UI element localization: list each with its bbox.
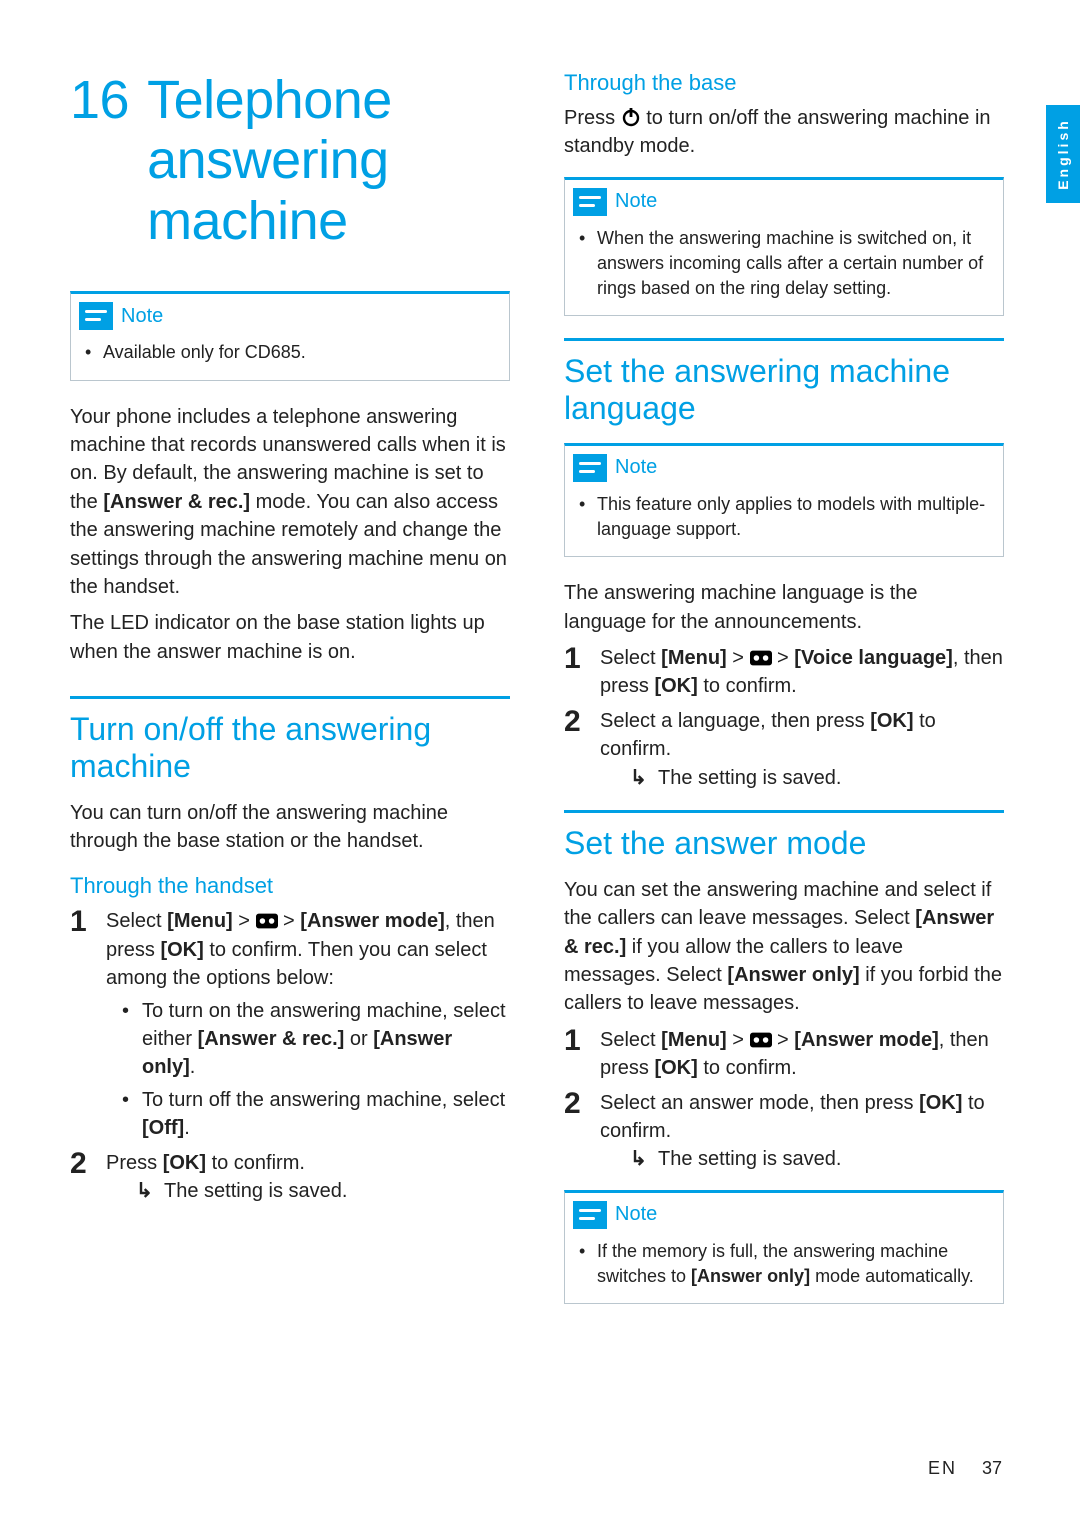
note-body: When the answering machine is switched o…: [565, 222, 1003, 316]
left-column: 16 Telephone answering machine Note Avai…: [70, 70, 510, 1326]
chapter-title: Telephone answering machine: [147, 70, 510, 251]
intro-paragraph-1: Your phone includes a telephone answerin…: [70, 403, 510, 602]
mode-step-2: Select an answer mode, then press [OK] t…: [564, 1089, 1004, 1174]
note-icon: [573, 188, 607, 216]
note-box-base: Note When the answering machine is switc…: [564, 177, 1004, 317]
note-head: Note: [565, 180, 1003, 222]
note-box-lang: Note This feature only applies to models…: [564, 443, 1004, 557]
note-body: This feature only applies to models with…: [565, 488, 1003, 556]
power-icon: [621, 107, 641, 127]
tape-icon: [256, 913, 278, 929]
note-label: Note: [121, 305, 163, 328]
content-columns: 16 Telephone answering machine Note Avai…: [70, 70, 1010, 1326]
handset-sub-1: To turn on the answering machine, select…: [106, 997, 510, 1082]
language-tab: English: [1046, 105, 1080, 203]
section-mode-title: Set the answer mode: [564, 825, 1004, 862]
note-head: Note: [71, 294, 509, 336]
chapter-number: 16: [70, 70, 129, 251]
handset-steps: Select [Menu] > > [Answer mode], then pr…: [70, 907, 510, 1205]
lang-steps: Select [Menu] > > [Voice language], then…: [564, 644, 1004, 792]
lang-result: The setting is saved.: [600, 764, 1004, 792]
lang-step-1: Select [Menu] > > [Voice language], then…: [564, 644, 1004, 701]
handset-step-1: Select [Menu] > > [Answer mode], then pr…: [70, 907, 510, 1142]
base-paragraph: Press to turn on/off the answering machi…: [564, 104, 1004, 161]
handset-sub-2: To turn off the answering machine, selec…: [106, 1086, 510, 1143]
note-box-mode: Note If the memory is full, the answerin…: [564, 1190, 1004, 1304]
mode-steps: Select [Menu] > > [Answer mode], then pr…: [564, 1026, 1004, 1174]
note-head: Note: [565, 1193, 1003, 1235]
tape-icon: [750, 650, 772, 666]
note-item: This feature only applies to models with…: [579, 492, 989, 542]
footer-page-number: 37: [982, 1458, 1002, 1478]
lang-paragraph: The answering machine language is the la…: [564, 579, 1004, 636]
note-box-cd685: Note Available only for CD685.: [70, 291, 510, 380]
note-body: Available only for CD685.: [71, 336, 509, 379]
note-label: Note: [615, 1203, 657, 1226]
subsection-handset-title: Through the handset: [70, 873, 510, 899]
subsection-base-title: Through the base: [564, 70, 1004, 96]
note-icon: [573, 454, 607, 482]
note-item: When the answering machine is switched o…: [579, 226, 989, 302]
page-footer: EN 37: [928, 1458, 1002, 1479]
note-label: Note: [615, 456, 657, 479]
note-label: Note: [615, 190, 657, 213]
tape-icon: [750, 1032, 772, 1048]
language-tab-label: English: [1055, 118, 1071, 190]
section-rule: [564, 338, 1004, 341]
note-body: If the memory is full, the answering mac…: [565, 1235, 1003, 1303]
note-icon: [573, 1201, 607, 1229]
section-turn-title: Turn on/off the answering machine: [70, 711, 510, 785]
mode-result: The setting is saved.: [600, 1145, 1004, 1173]
section-lang-title: Set the answering machine language: [564, 353, 1004, 427]
footer-lang: EN: [928, 1458, 957, 1478]
note-head: Note: [565, 446, 1003, 488]
handset-result: The setting is saved.: [106, 1177, 510, 1205]
right-column: Through the base Press to turn on/off th…: [564, 70, 1004, 1326]
section-rule: [564, 810, 1004, 813]
note-icon: [79, 302, 113, 330]
handset-sub-list: To turn on the answering machine, select…: [106, 997, 510, 1143]
note-item: Available only for CD685.: [85, 340, 495, 365]
chapter-heading: 16 Telephone answering machine: [70, 70, 510, 251]
mode-paragraph: You can set the answering machine and se…: [564, 876, 1004, 1018]
note-item: If the memory is full, the answering mac…: [579, 1239, 989, 1289]
section-turn-intro: You can turn on/off the answering machin…: [70, 799, 510, 856]
lang-step-2: Select a language, then press [OK] to co…: [564, 707, 1004, 792]
handset-step-2: Press [OK] to confirm. The setting is sa…: [70, 1149, 510, 1206]
page: English 16 Telephone answering machine N…: [0, 0, 1080, 1527]
mode-step-1: Select [Menu] > > [Answer mode], then pr…: [564, 1026, 1004, 1083]
section-rule: [70, 696, 510, 699]
intro-paragraph-2: The LED indicator on the base station li…: [70, 609, 510, 666]
